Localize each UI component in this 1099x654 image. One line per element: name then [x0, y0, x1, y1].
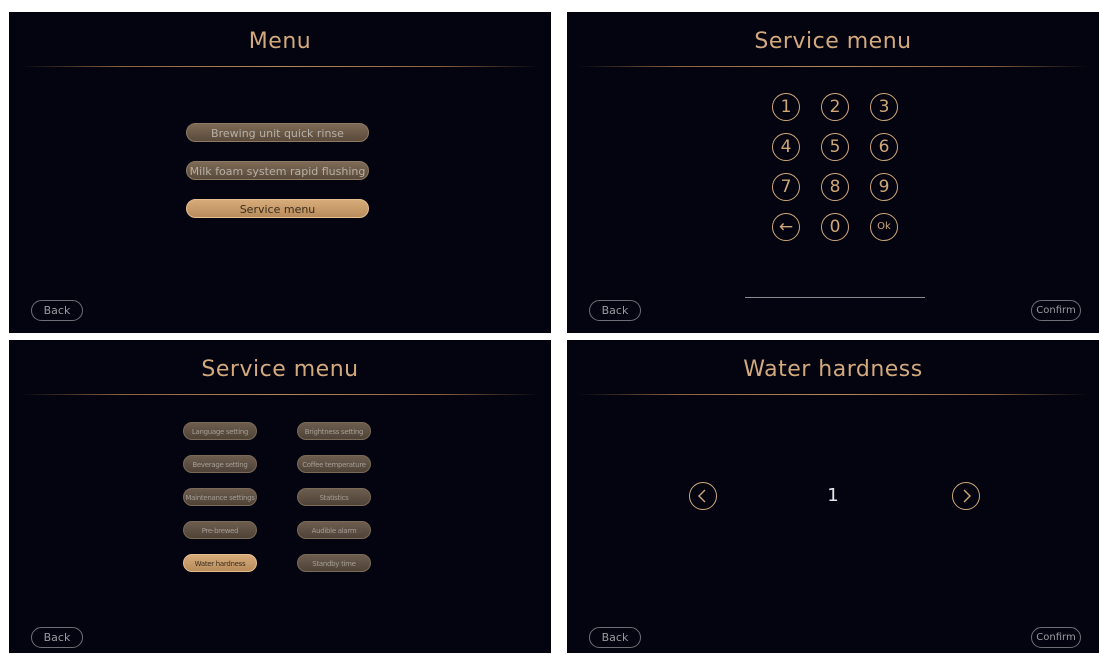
language-setting-button[interactable]: Language setting — [183, 422, 257, 440]
key-5[interactable]: 5 — [821, 133, 849, 161]
key-6[interactable]: 6 — [870, 133, 898, 161]
statistics-button[interactable]: Statistics — [297, 488, 371, 506]
screen-title: Menu — [248, 29, 312, 54]
title-divider — [19, 394, 541, 395]
key-2[interactable]: 2 — [821, 93, 849, 121]
key-4[interactable]: 4 — [772, 133, 800, 161]
hardness-value: 1 — [827, 485, 839, 506]
service-menu-screen: Service menu Language setting Beverage s… — [9, 340, 551, 653]
brewing-unit-rinse-button[interactable]: Brewing unit quick rinse — [186, 123, 369, 142]
standby-time-button[interactable]: Standby time — [297, 554, 371, 572]
key-3[interactable]: 3 — [870, 93, 898, 121]
screen-title: Service menu — [201, 357, 359, 382]
water-hardness-screen: Water hardness 1 Back Confirm — [567, 340, 1099, 653]
audible-alarm-button[interactable]: Audible alarm — [297, 521, 371, 539]
title-divider — [19, 66, 541, 67]
back-button[interactable]: Back — [589, 627, 641, 648]
key-8[interactable]: 8 — [821, 173, 849, 201]
brightness-setting-button[interactable]: Brightness setting — [297, 422, 371, 440]
back-button[interactable]: Back — [589, 300, 641, 321]
chevron-right-icon — [963, 489, 971, 503]
key-1[interactable]: 1 — [772, 93, 800, 121]
pin-entry-screen: Service menu 1 2 3 4 5 6 7 8 9 ← 0 Ok Ba… — [567, 12, 1099, 333]
title-divider — [577, 66, 1089, 67]
backspace-key[interactable]: ← — [772, 213, 800, 241]
increase-button[interactable] — [952, 482, 980, 510]
pin-input-line — [745, 297, 925, 298]
pre-brewed-button[interactable]: Pre-brewed — [183, 521, 257, 539]
confirm-button[interactable]: Confirm — [1031, 627, 1081, 648]
ok-key[interactable]: Ok — [870, 213, 898, 241]
key-7[interactable]: 7 — [772, 173, 800, 201]
screen-title: Water hardness — [743, 357, 923, 382]
service-menu-button[interactable]: Service menu — [186, 199, 369, 218]
key-9[interactable]: 9 — [870, 173, 898, 201]
title-divider — [577, 394, 1089, 395]
milk-foam-flush-button[interactable]: Milk foam system rapid flushing — [186, 161, 369, 180]
back-button[interactable]: Back — [31, 300, 83, 321]
beverage-setting-button[interactable]: Beverage setting — [183, 455, 257, 473]
maintenance-settings-button[interactable]: Maintenance settings — [183, 488, 257, 506]
back-button[interactable]: Back — [31, 627, 83, 648]
confirm-button[interactable]: Confirm — [1031, 300, 1081, 321]
water-hardness-button[interactable]: Water hardness — [183, 554, 257, 572]
menu-screen: Menu Brewing unit quick rinse Milk foam … — [9, 12, 551, 333]
screen-title: Service menu — [754, 29, 912, 54]
coffee-temperature-button[interactable]: Coffee temperature — [297, 455, 371, 473]
key-0[interactable]: 0 — [821, 213, 849, 241]
